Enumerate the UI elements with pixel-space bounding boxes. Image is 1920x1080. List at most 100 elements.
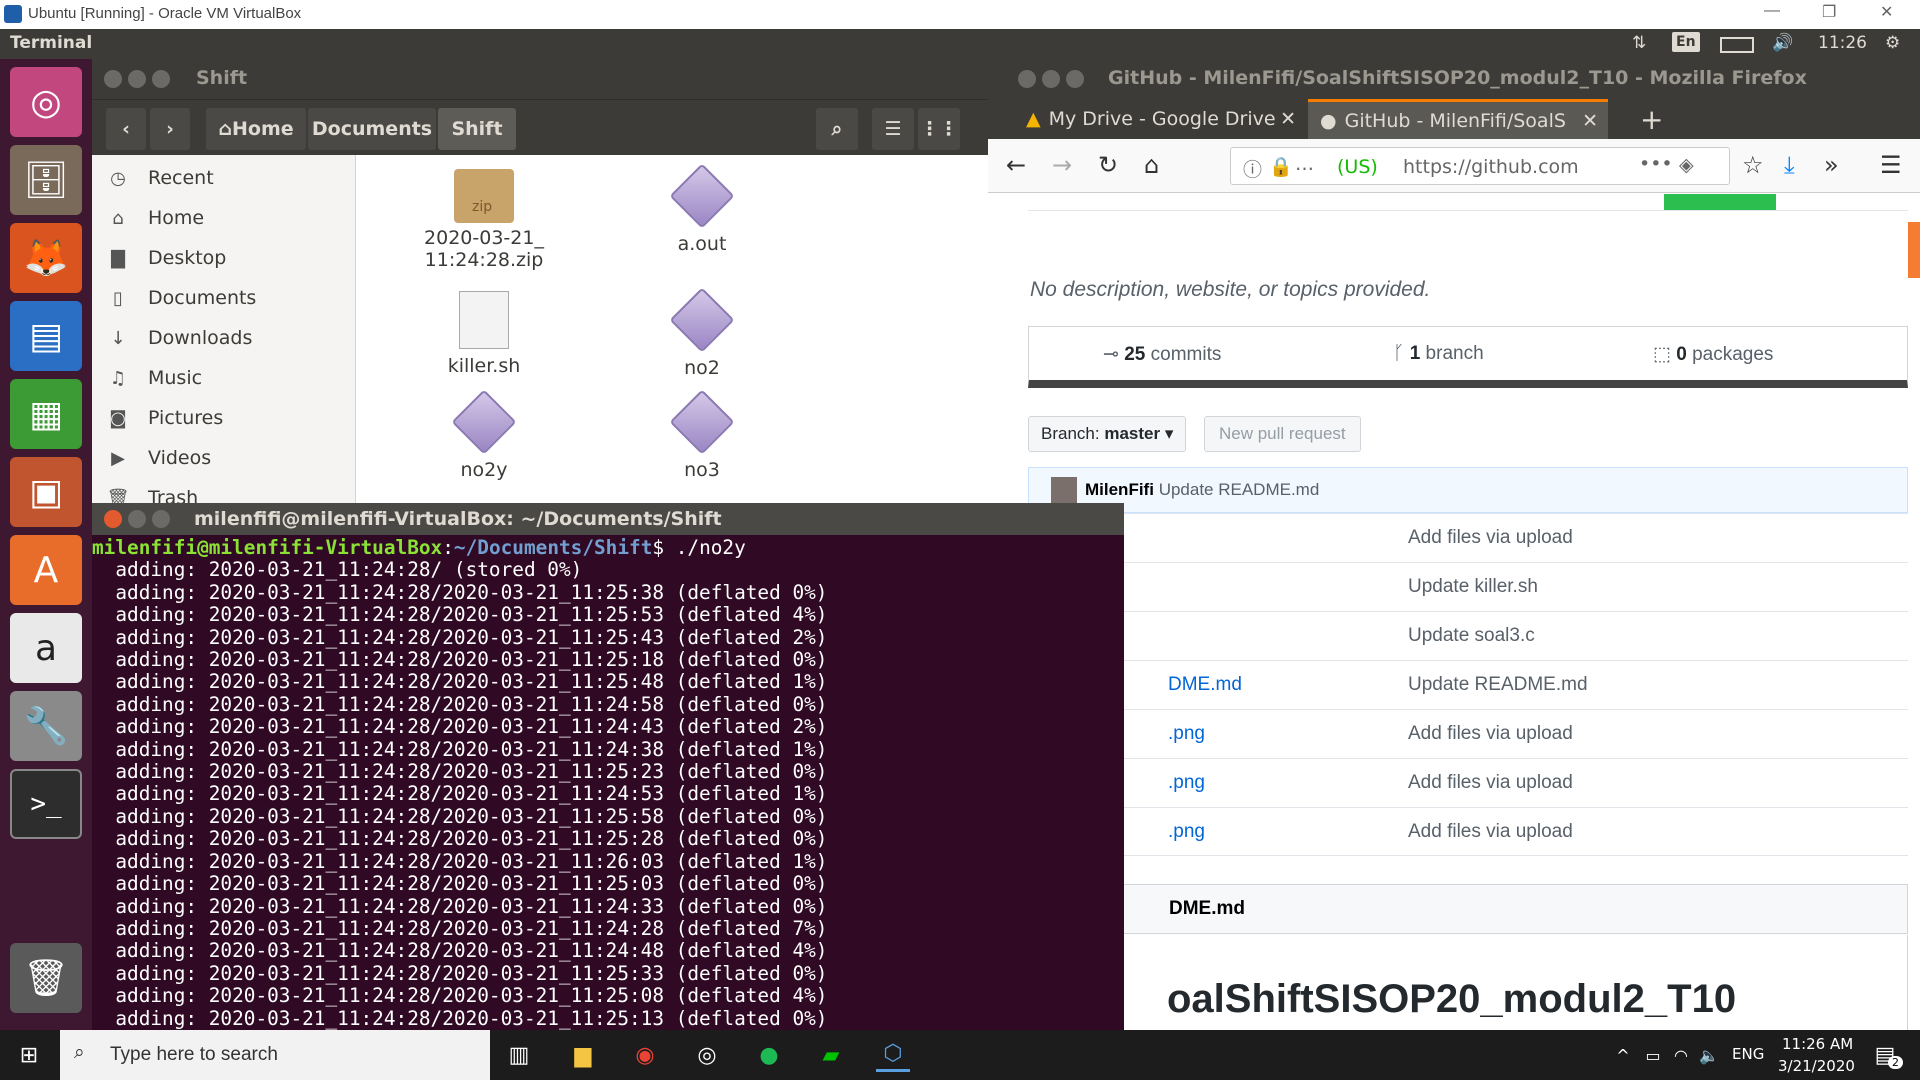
- firefox-close-button[interactable]: [1018, 70, 1036, 88]
- restore-button[interactable]: ❐: [1822, 2, 1836, 22]
- file-item[interactable]: killer.sh: [404, 291, 564, 377]
- menu-icon[interactable]: ☰: [1880, 151, 1902, 179]
- amazon-icon[interactable]: a: [10, 613, 82, 683]
- file-explorer-icon[interactable]: ▆: [566, 1038, 600, 1072]
- commit-message[interactable]: Add files via upload: [1408, 527, 1573, 549]
- branch-select[interactable]: Branch: master ▾: [1028, 416, 1187, 452]
- file-item[interactable]: a.out: [622, 163, 782, 255]
- breadcrumb-shift[interactable]: Shift: [438, 108, 516, 150]
- chevron-up-icon[interactable]: ^: [1606, 1038, 1640, 1072]
- volume-icon[interactable]: 🔊: [1772, 33, 1793, 53]
- files-maximize-button[interactable]: [152, 70, 170, 88]
- file-link[interactable]: DME.md: [1168, 674, 1242, 696]
- page-actions-icon[interactable]: •••: [1639, 153, 1673, 175]
- close-tab-icon[interactable]: ✕: [1280, 108, 1296, 130]
- forward-arrow-icon[interactable]: →: [1052, 151, 1072, 179]
- packages-link[interactable]: ⬚ 0 packages: [1653, 343, 1773, 366]
- pocket-icon[interactable]: ◈: [1679, 154, 1694, 176]
- files-minimize-button[interactable]: [128, 70, 146, 88]
- commit-message[interactable]: Add files via upload: [1408, 821, 1573, 843]
- overflow-icon[interactable]: »: [1824, 151, 1839, 179]
- file-link[interactable]: .png: [1168, 821, 1205, 843]
- back-button[interactable]: ‹: [106, 108, 146, 150]
- firefox-minimize-button[interactable]: [1042, 70, 1060, 88]
- breadcrumb-documents[interactable]: Documents: [308, 108, 436, 150]
- info-icon[interactable]: ⓘ: [1243, 155, 1262, 182]
- table-row[interactable]: Update soal3.c: [1028, 611, 1908, 660]
- forward-button[interactable]: ›: [150, 108, 190, 150]
- table-row[interactable]: Add files via upload: [1028, 513, 1908, 562]
- taskbar-date[interactable]: 3/21/2020: [1778, 1057, 1855, 1075]
- sidebar-item-videos[interactable]: ▶ Videos: [106, 443, 211, 473]
- ubuntu-dash-icon[interactable]: ◎: [10, 67, 82, 137]
- sidebar-item-home[interactable]: ⌂ Home: [106, 203, 204, 233]
- bookmark-star-icon[interactable]: ☆: [1742, 151, 1764, 179]
- table-row[interactable]: .png Add files via upload: [1028, 758, 1908, 807]
- commit-message[interactable]: Update soal3.c: [1408, 625, 1535, 647]
- file-item[interactable]: zip 2020-03-21_ 11:24:28.zip: [404, 169, 564, 271]
- url-bar[interactable]: ⓘ 🔒 … (US) https://github.com ••• ◈: [1230, 147, 1730, 185]
- clone-button[interactable]: [1664, 194, 1776, 210]
- sidebar-item-documents[interactable]: ▯ Documents: [106, 283, 256, 313]
- home-icon[interactable]: ⌂: [1144, 151, 1159, 179]
- branches-link[interactable]: ᚴ 1 branch: [1393, 343, 1484, 365]
- back-arrow-icon[interactable]: ←: [1006, 151, 1026, 179]
- clock[interactable]: 11:26: [1818, 33, 1867, 53]
- chrome-icon[interactable]: ◉: [628, 1038, 662, 1072]
- task-view-icon[interactable]: ▥: [502, 1038, 536, 1072]
- close-button[interactable]: ✕: [1880, 2, 1893, 22]
- commit-message[interactable]: Update README.md: [1159, 480, 1320, 500]
- file-link[interactable]: .png: [1168, 723, 1205, 745]
- system-settings-icon[interactable]: 🔧: [10, 691, 82, 761]
- impress-icon[interactable]: ▣: [10, 457, 82, 527]
- terminal-maximize-button[interactable]: [152, 510, 170, 528]
- reload-icon[interactable]: ↻: [1098, 151, 1118, 179]
- commit-message[interactable]: Add files via upload: [1408, 772, 1573, 794]
- downloads-icon[interactable]: ⤓: [1784, 151, 1795, 179]
- scrollbar-thumb[interactable]: [1908, 222, 1920, 278]
- line-icon[interactable]: ▰: [814, 1038, 848, 1072]
- writer-icon[interactable]: ▤: [10, 301, 82, 371]
- table-row[interactable]: DME.md Update README.md: [1028, 660, 1908, 709]
- obs-icon[interactable]: ◎: [690, 1038, 724, 1072]
- firefox-icon[interactable]: 🦊: [10, 223, 82, 293]
- sidebar-item-downloads[interactable]: ↓ Downloads: [106, 323, 252, 353]
- speaker-icon[interactable]: 🔈: [1692, 1038, 1726, 1072]
- calc-icon[interactable]: ▦: [10, 379, 82, 449]
- close-tab-icon[interactable]: ✕: [1582, 110, 1598, 132]
- list-view-icon[interactable]: ☰: [872, 108, 914, 150]
- sidebar-item-desktop[interactable]: ▇ Desktop: [106, 243, 226, 273]
- firefox-maximize-button[interactable]: [1066, 70, 1084, 88]
- terminal-window[interactable]: milenfifi@milenfifi-VirtualBox: ~/Docume…: [92, 503, 1124, 1030]
- trash-icon[interactable]: 🗑: [10, 943, 82, 1013]
- commit-message[interactable]: Add files via upload: [1408, 723, 1573, 745]
- grid-view-icon[interactable]: ⋮⋮: [918, 108, 960, 150]
- url-text[interactable]: https://github.com: [1403, 156, 1579, 178]
- battery-icon[interactable]: [1720, 37, 1754, 53]
- table-row[interactable]: .png Add files via upload: [1028, 709, 1908, 758]
- breadcrumb-home[interactable]: ⌂ Home: [206, 108, 306, 150]
- table-row[interactable]: .png Add files via upload: [1028, 807, 1908, 856]
- new-tab-button[interactable]: +: [1628, 99, 1668, 139]
- network-icon[interactable]: ⇅: [1632, 33, 1646, 53]
- search-box[interactable]: ⌕ Type here to search: [60, 1030, 490, 1080]
- tab-google-drive[interactable]: ▲ My Drive - Google Drive ✕: [1014, 99, 1306, 139]
- terminal-icon[interactable]: >_: [10, 769, 82, 839]
- language-indicator[interactable]: ENG: [1732, 1045, 1764, 1063]
- commit-author[interactable]: MilenFifi: [1085, 480, 1154, 500]
- taskbar-time[interactable]: 11:26 AM: [1782, 1035, 1853, 1053]
- sidebar-item-recent[interactable]: ◷ Recent: [106, 163, 214, 193]
- sidebar-item-music[interactable]: ♫ Music: [106, 363, 202, 393]
- search-icon[interactable]: ⌕: [816, 108, 858, 150]
- file-link[interactable]: .png: [1168, 772, 1205, 794]
- tab-github[interactable]: ● GitHub - MilenFifi/SoalS ✕: [1308, 99, 1608, 139]
- file-item[interactable]: no2: [622, 287, 782, 379]
- keyboard-layout-indicator[interactable]: En: [1672, 32, 1700, 52]
- commit-message[interactable]: Update killer.sh: [1408, 576, 1538, 598]
- files-close-button[interactable]: [104, 70, 122, 88]
- spotify-icon[interactable]: ●: [752, 1038, 786, 1072]
- virtualbox-taskbar-icon[interactable]: ⬡: [876, 1038, 910, 1072]
- table-row[interactable]: Update killer.sh: [1028, 562, 1908, 611]
- file-item[interactable]: no2y: [404, 389, 564, 481]
- commits-link[interactable]: ⊸ 25 commits: [1103, 343, 1221, 366]
